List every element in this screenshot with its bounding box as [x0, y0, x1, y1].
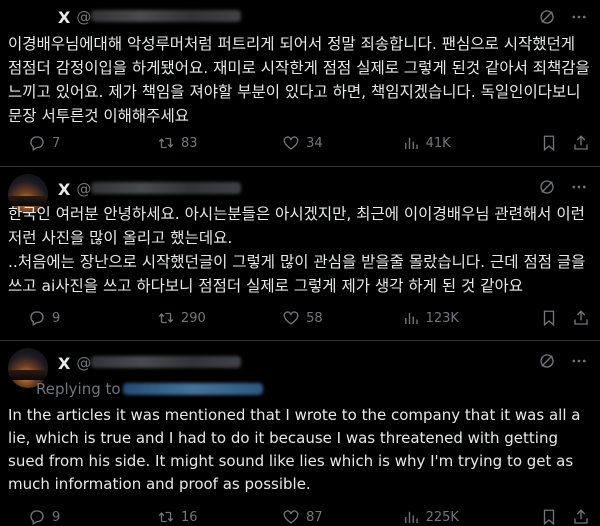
- reply-icon: [30, 311, 44, 326]
- share-icon[interactable]: [572, 309, 590, 327]
- repost-icon: [158, 511, 174, 523]
- tweet-paragraph: 이경배우님에대해 악성루머처럼 퍼트리게 되어서 정말 죄송합니다. 팬심으로 …: [8, 35, 590, 125]
- repost-icon: [158, 137, 174, 149]
- reply-count: 7: [52, 135, 61, 151]
- reply-icon: [30, 510, 44, 525]
- tweet-extra-actions: [540, 309, 590, 327]
- like-button[interactable]: 58: [282, 309, 401, 327]
- repost-button[interactable]: 16: [157, 508, 282, 526]
- repost-button[interactable]: 83: [157, 134, 282, 152]
- like-button[interactable]: 87: [282, 508, 401, 526]
- handle-redacted: [91, 182, 242, 194]
- more-icon[interactable]: [570, 8, 588, 26]
- tweet-top-actions: [538, 178, 588, 196]
- replying-label: Replying to: [36, 380, 121, 398]
- tweet-header: X @: [58, 178, 242, 200]
- repost-count: 290: [180, 310, 206, 326]
- grok-icon[interactable]: [538, 178, 556, 196]
- more-icon[interactable]: [570, 352, 588, 370]
- share-icon[interactable]: [572, 508, 590, 526]
- like-icon: [283, 136, 299, 150]
- handle-redacted: [91, 356, 242, 368]
- tweet-3[interactable]: X @ Replying to In the articles it was m…: [0, 340, 600, 526]
- like-icon: [283, 311, 299, 325]
- repost-count: 16: [180, 509, 198, 525]
- like-count: 58: [306, 310, 323, 326]
- handle[interactable]: @: [76, 354, 242, 372]
- bookmark-icon[interactable]: [540, 508, 558, 526]
- tweet-text: 이경배우님에대해 악성루머처럼 퍼트리게 되어서 정말 죄송합니다. 팬심으로 …: [8, 32, 590, 128]
- views-count: 225K: [425, 509, 459, 525]
- views-count: 123K: [425, 310, 459, 326]
- repost-count: 83: [180, 135, 198, 151]
- reply-icon: [30, 136, 44, 151]
- handle[interactable]: @: [76, 180, 242, 198]
- display-name[interactable]: X: [58, 354, 70, 373]
- tweet-header: X @: [58, 352, 242, 374]
- tweet-top-actions: [538, 8, 588, 26]
- repost-icon: [158, 312, 174, 324]
- tweet-actions: 9 290 58 123K: [28, 309, 590, 327]
- tweet-1[interactable]: X @ 이경배우님에대해 악성루머처럼 퍼트리게 되어서 정말 죄송합니다. 팬…: [0, 0, 600, 166]
- reply-button[interactable]: 7: [28, 134, 157, 152]
- like-count: 87: [306, 509, 323, 525]
- grok-icon[interactable]: [538, 8, 556, 26]
- views-count: 41K: [425, 135, 451, 151]
- like-icon: [283, 510, 299, 524]
- share-icon[interactable]: [572, 134, 590, 152]
- more-icon[interactable]: [570, 178, 588, 196]
- views-icon: [404, 137, 418, 149]
- bookmark-icon[interactable]: [540, 134, 558, 152]
- reply-count: 9: [52, 310, 61, 326]
- display-name[interactable]: X: [58, 8, 70, 27]
- bookmark-icon[interactable]: [540, 309, 558, 327]
- views-button[interactable]: 41K: [402, 134, 540, 152]
- reply-button[interactable]: 9: [28, 309, 157, 327]
- repost-button[interactable]: 290: [157, 309, 282, 327]
- replying-to: Replying to: [36, 380, 263, 398]
- tweet-text: 한국인 여러분 안녕하세요. 아시는분들은 아시겠지만, 최근에 이이경배우님 …: [8, 202, 590, 298]
- reply-button[interactable]: 9: [28, 508, 157, 526]
- tweet-actions: 7 83 34 41K: [28, 134, 590, 152]
- tweet-2[interactable]: X @ 한국인 여러분 안녕하세요. 아시는분들은 아시겠지만, 최근에 이이경…: [0, 166, 600, 340]
- tweet-actions: 9 16 87 225K: [28, 508, 590, 526]
- handle-redacted: [91, 10, 242, 22]
- tweet-top-actions: [538, 352, 588, 370]
- tweet-paragraph: In the articles it was mentioned that I …: [8, 406, 581, 493]
- views-button[interactable]: 123K: [402, 309, 540, 327]
- tweet-header: X @: [58, 6, 242, 28]
- views-icon: [404, 312, 418, 324]
- tweet-text: In the articles it was mentioned that I …: [8, 404, 590, 496]
- tweet-extra-actions: [540, 508, 590, 526]
- tweet-extra-actions: [540, 134, 590, 152]
- reply-count: 9: [52, 509, 61, 525]
- views-icon: [404, 511, 418, 523]
- tweet-paragraph: 한국인 여러분 안녕하세요. 아시는분들은 아시겠지만, 최근에 이이경배우님 …: [8, 205, 585, 247]
- tweet-paragraph: ..처음에는 장난으로 시작했던글이 그렇게 많이 관심을 받을줄 몰랐습니다.…: [8, 253, 586, 295]
- views-button[interactable]: 225K: [402, 508, 540, 526]
- replying-to-handle-redacted[interactable]: [122, 383, 263, 395]
- grok-icon[interactable]: [538, 352, 556, 370]
- display-name[interactable]: X: [58, 180, 70, 199]
- like-count: 34: [306, 135, 323, 151]
- like-button[interactable]: 34: [282, 134, 401, 152]
- handle[interactable]: @: [76, 8, 242, 26]
